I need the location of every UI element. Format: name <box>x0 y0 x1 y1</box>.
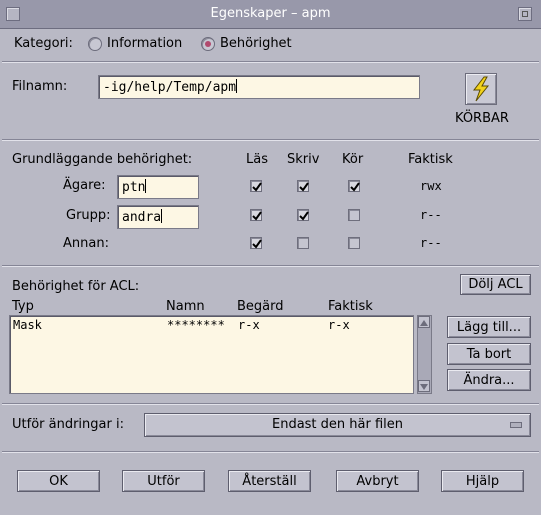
executable-caption: KÖRBAR <box>455 111 509 126</box>
other-write-checkbox[interactable] <box>297 237 309 249</box>
filename-label: Filnamn: <box>12 79 68 94</box>
other-read-checkbox[interactable] <box>250 237 262 249</box>
cancel-button[interactable]: Avbryt <box>336 470 419 492</box>
owner-value: ptn <box>122 180 146 195</box>
category-label: Kategori: <box>14 36 73 51</box>
other-effective: r-- <box>420 236 442 250</box>
divider <box>2 139 539 141</box>
text-caret <box>145 179 147 193</box>
change-acl-button[interactable]: Ändra... <box>447 369 531 391</box>
acl-row-effective: r-x <box>328 318 350 332</box>
hide-acl-button[interactable]: Dölj ACL <box>460 274 531 295</box>
window-title: Egenskaper – apm <box>210 6 331 21</box>
add-acl-button[interactable]: Lägg till... <box>447 316 531 338</box>
group-label: Grupp: <box>66 208 111 223</box>
acl-column-name: Namn <box>166 299 205 314</box>
ok-button[interactable]: OK <box>17 470 100 492</box>
text-caret <box>161 209 163 223</box>
lightning-executable-icon <box>465 73 497 105</box>
apply-to-label: Utför ändringar i: <box>12 417 124 432</box>
group-value: andra <box>122 210 162 225</box>
other-exec-checkbox[interactable] <box>348 237 360 249</box>
acl-column-effective: Faktisk <box>328 299 373 314</box>
table-row[interactable]: Mask ******** r-x r-x <box>10 317 413 333</box>
group-exec-checkbox[interactable] <box>348 209 360 221</box>
owner-read-checkbox[interactable] <box>250 180 262 192</box>
owner-exec-checkbox[interactable] <box>348 180 360 192</box>
column-exec: Kör <box>342 152 364 167</box>
apply-button[interactable]: Utför <box>122 470 205 492</box>
maximize-icon <box>522 11 528 17</box>
acl-column-requested: Begärd <box>237 299 284 314</box>
apply-to-dropdown[interactable]: Endast den här filen <box>144 413 531 437</box>
acl-list[interactable]: Mask ******** r-x r-x <box>9 315 414 394</box>
reset-button[interactable]: Återställ <box>228 470 311 492</box>
divider <box>2 403 539 405</box>
scroll-down-arrow[interactable] <box>418 380 430 392</box>
apply-to-value: Endast den här filen <box>271 417 403 432</box>
column-read: Läs <box>246 152 268 167</box>
acl-row-type: Mask <box>13 318 42 332</box>
group-write-checkbox[interactable] <box>297 209 309 221</box>
window-maximize-button[interactable] <box>518 7 532 21</box>
radio-permissions[interactable] <box>201 37 215 51</box>
group-effective: r-- <box>420 208 442 222</box>
acl-scrollbar[interactable] <box>417 315 432 394</box>
acl-column-type: Typ <box>12 299 34 314</box>
scroll-up-arrow[interactable] <box>418 316 430 328</box>
filename-field[interactable]: -ig/help/Temp/apm <box>98 75 420 99</box>
column-effective: Faktisk <box>408 152 453 167</box>
divider <box>2 451 539 453</box>
text-caret <box>236 79 238 93</box>
dropdown-indicator-icon <box>510 422 522 428</box>
divider <box>2 61 539 63</box>
acl-row-name: ******** <box>167 318 225 332</box>
owner-field[interactable]: ptn <box>117 175 199 199</box>
acl-heading: Behörighet för ACL: <box>12 279 140 294</box>
column-write: Skriv <box>287 152 320 167</box>
remove-acl-button[interactable]: Ta bort <box>447 343 531 365</box>
group-field[interactable]: andra <box>117 205 199 229</box>
owner-write-checkbox[interactable] <box>297 180 309 192</box>
title-bar[interactable]: Egenskaper – apm <box>0 0 541 29</box>
divider <box>2 265 539 267</box>
other-label: Annan: <box>63 236 109 251</box>
owner-label: Ägare: <box>63 178 106 193</box>
owner-effective: rwx <box>420 179 442 193</box>
radio-information[interactable] <box>88 37 102 51</box>
filename-value: -ig/help/Temp/apm <box>103 80 237 95</box>
radio-information-label[interactable]: Information <box>107 36 182 51</box>
radio-permissions-label[interactable]: Behörighet <box>220 36 292 51</box>
help-button[interactable]: Hjälp <box>441 470 524 492</box>
basic-permissions-heading: Grundläggande behörighet: <box>12 152 193 167</box>
acl-row-requested: r-x <box>238 318 260 332</box>
group-read-checkbox[interactable] <box>250 209 262 221</box>
